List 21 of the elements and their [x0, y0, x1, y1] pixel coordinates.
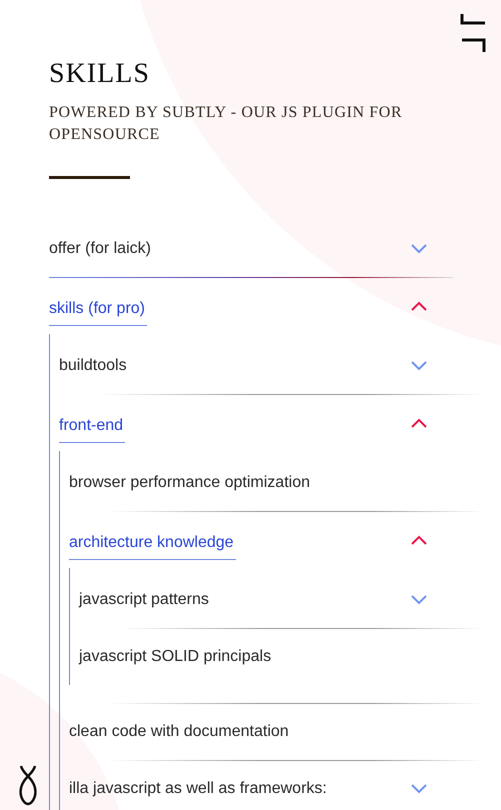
accordion-item-label[interactable]: architecture knowledge: [69, 533, 236, 560]
chevron-down-icon[interactable]: [410, 361, 428, 371]
accordion-item-label[interactable]: front-end: [59, 416, 126, 443]
accordion-item-label[interactable]: offer (for laick): [49, 239, 151, 259]
accordion-item-label: clean code with documentation: [69, 722, 289, 742]
accordion-item-label: browser performance optimization: [69, 473, 310, 493]
accordion-item-label[interactable]: javascript patterns: [79, 590, 209, 610]
chevron-up-icon[interactable]: [410, 418, 428, 428]
accordion-item-label[interactable]: skills (for pro): [49, 299, 148, 326]
chevron-down-icon[interactable]: [410, 784, 428, 794]
accordion-item-label[interactable]: illa javascript as well as frameworks:: [69, 779, 327, 799]
accordion-item-label[interactable]: buildtools: [59, 356, 127, 376]
chevron-up-icon[interactable]: [410, 301, 428, 311]
page-subtitle: POWERED BY SUBTLY - OUR JS PLUGIN FOR OPENSOURCE: [49, 103, 404, 145]
logo-icon: [17, 764, 39, 806]
accordion-item-label: javascript SOLID principals: [79, 647, 272, 667]
chevron-down-icon[interactable]: [410, 244, 428, 254]
page-title: SKILLS: [49, 58, 151, 90]
menu-icon[interactable]: [459, 13, 487, 53]
chevron-down-icon[interactable]: [410, 595, 428, 605]
chevron-up-icon[interactable]: [410, 535, 428, 545]
